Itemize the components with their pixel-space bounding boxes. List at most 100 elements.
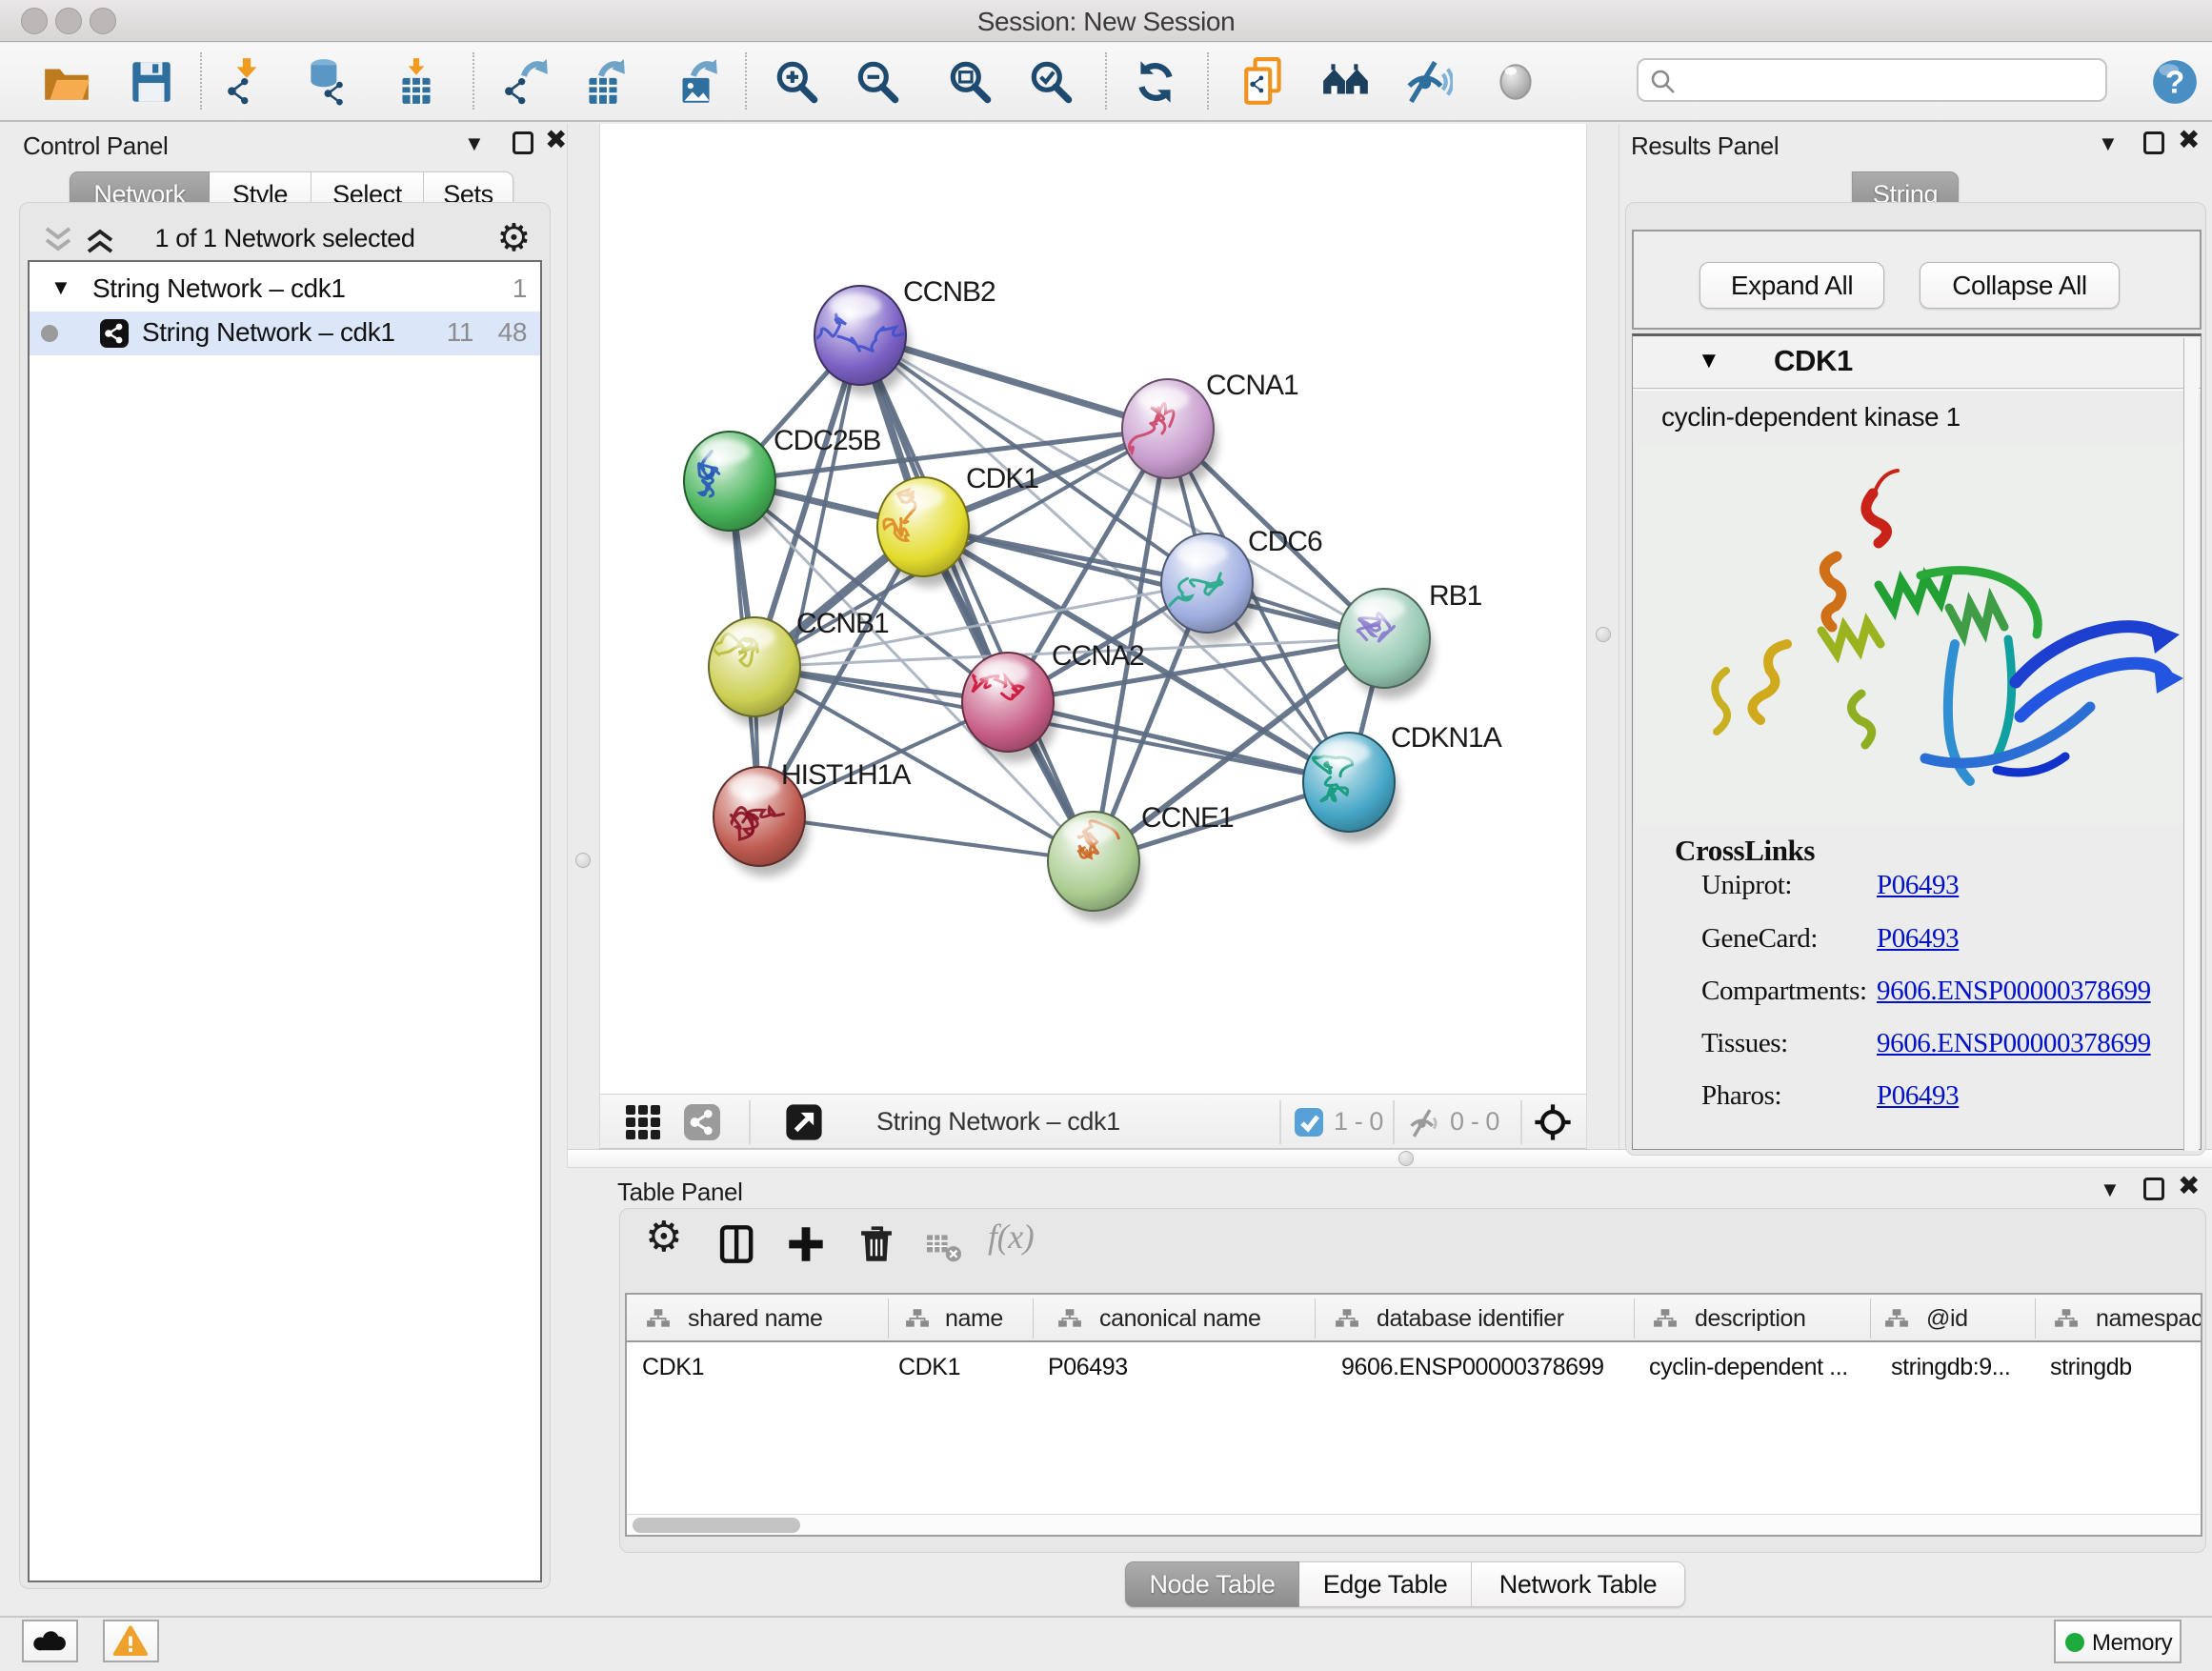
cloud-icon bbox=[30, 1622, 69, 1661]
column-header-namespace[interactable]: namespace bbox=[2096, 1305, 2202, 1333]
column-divider[interactable] bbox=[1315, 1299, 1316, 1339]
network-canvas[interactable]: CCNB2CCNA1CDC25BCDK1CDC6RB1CCNB1CCNA2CDK… bbox=[600, 124, 1586, 1094]
grid-view-icon[interactable] bbox=[625, 1104, 661, 1140]
network-row-label: String Network – cdk1 bbox=[142, 317, 395, 348]
crosslink-link[interactable]: P06493 bbox=[1877, 923, 1959, 955]
table-cell[interactable]: CDK1 bbox=[898, 1354, 960, 1381]
control-panel-close-icon[interactable]: ✖ bbox=[545, 124, 567, 155]
results-panel-close-icon[interactable]: ✖ bbox=[2178, 124, 2200, 155]
results-panel-collapse-icon[interactable]: ▼ bbox=[2098, 131, 2118, 156]
column-header-database-identifier[interactable]: database identifier bbox=[1377, 1305, 1564, 1333]
show-eye-icon[interactable] bbox=[1490, 56, 1541, 108]
network-collection-row[interactable]: ▼ String Network – cdk1 1 bbox=[30, 268, 540, 312]
tab-network-table[interactable]: Network Table bbox=[1472, 1561, 1685, 1607]
show-columns-icon[interactable] bbox=[715, 1222, 759, 1266]
column-divider[interactable] bbox=[2035, 1299, 2036, 1339]
toolbar-separator bbox=[1207, 52, 1209, 110]
column-divider[interactable] bbox=[1033, 1299, 1034, 1339]
column-header-shared-name[interactable]: shared name bbox=[688, 1305, 823, 1333]
table-cell[interactable]: 9606.ENSP00000378699 bbox=[1341, 1354, 1604, 1381]
crosslink-label: Pharos: bbox=[1701, 1080, 1781, 1112]
export-image-icon[interactable] bbox=[670, 56, 721, 108]
gene-header-row[interactable]: ▼ CDK1 bbox=[1633, 336, 2201, 389]
left-splitter[interactable] bbox=[567, 124, 600, 1168]
zoom-selected-icon[interactable] bbox=[1026, 56, 1077, 108]
hidden-eye-slash-icon[interactable] bbox=[1406, 1106, 1440, 1140]
control-panel-collapse-icon[interactable]: ▼ bbox=[464, 131, 484, 156]
table-header-row: shared name name canonical name database id… bbox=[627, 1295, 2201, 1342]
open-session-icon[interactable] bbox=[41, 56, 92, 108]
main-toolbar: ? bbox=[0, 43, 2212, 122]
birds-eye-view-icon[interactable] bbox=[1532, 1101, 1574, 1143]
table-panel-close-icon[interactable]: ✖ bbox=[2178, 1170, 2200, 1201]
column-header-@id[interactable]: @id bbox=[1926, 1305, 1968, 1333]
column-type-icon bbox=[646, 1307, 671, 1335]
string-app-icon[interactable] bbox=[684, 1104, 720, 1140]
gene-expander-icon[interactable]: ▼ bbox=[1698, 348, 1719, 374]
crosslink-link[interactable]: 9606.ENSP00000378699 bbox=[1877, 976, 2151, 1007]
column-header-name[interactable]: name bbox=[945, 1305, 1003, 1333]
memory-label: Memory bbox=[2092, 1630, 2172, 1657]
expand-all-button[interactable]: Expand All bbox=[1699, 262, 1884, 309]
help-icon[interactable]: ? bbox=[2149, 56, 2201, 108]
add-column-icon[interactable] bbox=[784, 1222, 828, 1266]
scrollbar-thumb[interactable] bbox=[633, 1518, 800, 1533]
column-divider[interactable] bbox=[1634, 1299, 1635, 1339]
results-panel-float-icon[interactable] bbox=[2143, 131, 2164, 159]
search-input[interactable] bbox=[1684, 62, 2094, 98]
import-network-icon[interactable] bbox=[221, 56, 272, 108]
export-network-icon[interactable] bbox=[500, 56, 552, 108]
table-panel: ⚙ f(x) shared namenamecanonical namedata… bbox=[619, 1208, 2206, 1553]
crosslink-label: Compartments: bbox=[1701, 976, 1867, 1007]
crosslink-link[interactable]: 9606.ENSP00000378699 bbox=[1877, 1028, 2151, 1059]
control-panel-title: Control Panel bbox=[23, 131, 168, 161]
import-database-icon[interactable] bbox=[302, 56, 353, 108]
column-divider[interactable] bbox=[888, 1299, 889, 1339]
string-home-icon[interactable] bbox=[1320, 56, 1372, 108]
tab-node-table[interactable]: Node Table bbox=[1125, 1561, 1299, 1607]
network-options-gear-icon[interactable]: ⚙ bbox=[497, 216, 531, 260]
table-cell[interactable]: CDK1 bbox=[642, 1354, 704, 1381]
warnings-button[interactable] bbox=[103, 1620, 159, 1662]
node-label-CDC25B: CDC25B bbox=[774, 425, 880, 456]
table-cell[interactable]: P06493 bbox=[1048, 1354, 1128, 1381]
cloud-button[interactable] bbox=[22, 1620, 78, 1662]
network-row-selected[interactable]: String Network – cdk1 11 48 bbox=[30, 312, 540, 355]
table-horizontal-scrollbar[interactable] bbox=[627, 1514, 2201, 1535]
zoom-in-icon[interactable] bbox=[772, 56, 823, 108]
results-vertical-scrollbar[interactable] bbox=[2183, 338, 2199, 1151]
column-header-canonical-name[interactable]: canonical name bbox=[1099, 1305, 1261, 1333]
open-in-window-icon[interactable] bbox=[783, 1101, 825, 1143]
table-panel-float-icon[interactable] bbox=[2143, 1178, 2164, 1205]
table-gear-icon[interactable]: ⚙ bbox=[645, 1213, 682, 1261]
export-table-icon[interactable] bbox=[577, 56, 629, 108]
search-box[interactable] bbox=[1637, 58, 2107, 102]
control-panel-float-icon[interactable] bbox=[513, 131, 533, 159]
table-cell[interactable]: stringdb bbox=[2050, 1354, 2132, 1381]
table-panel-collapse-icon[interactable]: ▼ bbox=[2100, 1178, 2120, 1202]
collapse-all-button[interactable]: Collapse All bbox=[1920, 262, 2120, 309]
save-session-icon[interactable] bbox=[126, 56, 177, 108]
zoom-fit-icon[interactable] bbox=[945, 56, 996, 108]
delete-column-icon[interactable] bbox=[855, 1222, 898, 1266]
hide-string-glass-icon[interactable] bbox=[1401, 56, 1453, 108]
selected-checkbox-icon[interactable] bbox=[1294, 1107, 1324, 1137]
node-label-CCNA2: CCNA2 bbox=[1052, 640, 1144, 672]
tab-edge-table[interactable]: Edge Table bbox=[1299, 1561, 1472, 1607]
import-table-icon[interactable] bbox=[391, 56, 442, 108]
crosslink-link[interactable]: P06493 bbox=[1877, 870, 1959, 901]
clipboard-network-icon[interactable] bbox=[1239, 56, 1291, 108]
refresh-icon[interactable] bbox=[1130, 56, 1181, 108]
zoom-out-icon[interactable] bbox=[853, 56, 904, 108]
crosslinks-heading: CrossLinks bbox=[1675, 834, 1815, 868]
column-header-description[interactable]: description bbox=[1695, 1305, 1806, 1333]
memory-button[interactable]: Memory bbox=[2054, 1620, 2182, 1663]
crosslink-link[interactable]: P06493 bbox=[1877, 1080, 1959, 1112]
tree-expander-icon[interactable]: ▼ bbox=[50, 275, 70, 300]
node-label-CDKN1A: CDKN1A bbox=[1391, 722, 1502, 754]
right-splitter[interactable] bbox=[1586, 124, 1619, 1168]
node-table[interactable]: shared name name canonical name database id… bbox=[625, 1293, 2202, 1537]
table-cell[interactable]: stringdb:9... bbox=[1891, 1354, 2010, 1381]
column-divider[interactable] bbox=[1870, 1299, 1871, 1339]
table-cell[interactable]: cyclin-dependent ... bbox=[1649, 1354, 1848, 1381]
